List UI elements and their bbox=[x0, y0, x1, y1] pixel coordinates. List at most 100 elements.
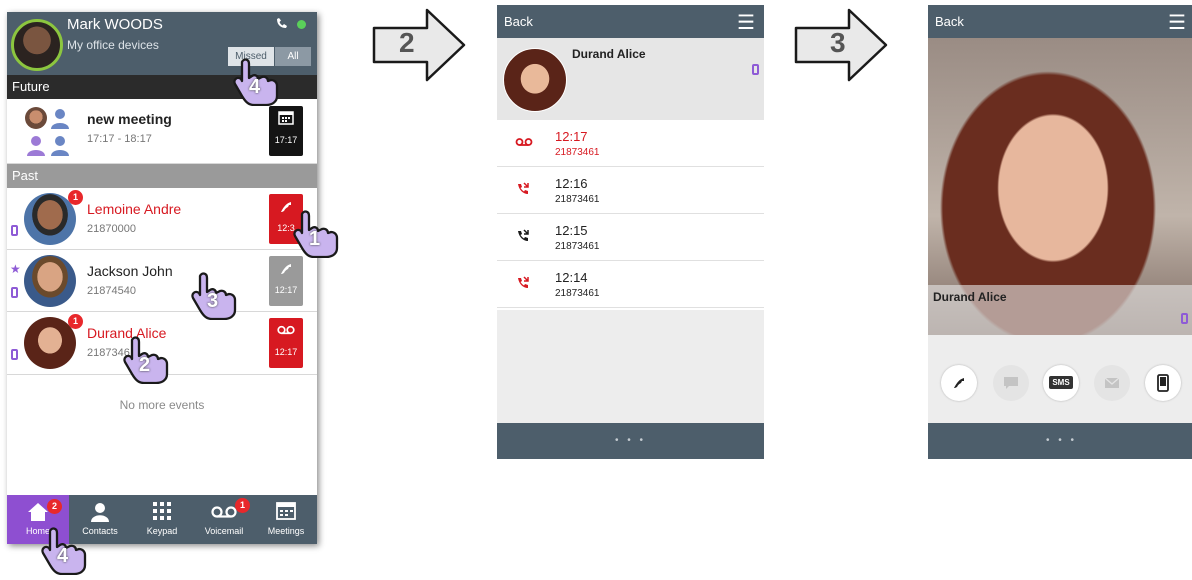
contact-header: Durand Alice bbox=[497, 38, 764, 120]
favorite-star-icon: ★ bbox=[10, 262, 21, 276]
tap-hand-icon: 3 bbox=[190, 272, 237, 321]
incoming-call-icon bbox=[515, 228, 537, 247]
person-icon bbox=[25, 134, 47, 156]
step-marker: 4 bbox=[57, 545, 69, 567]
section-past: Past bbox=[7, 164, 317, 188]
event-number: 21874540 bbox=[87, 285, 136, 297]
call-number: 21873461 bbox=[555, 194, 600, 205]
user-device-status[interactable]: My office devices bbox=[67, 38, 159, 52]
meeting-tile-time: 17:17 bbox=[274, 135, 298, 145]
voicemail-icon bbox=[269, 323, 303, 345]
step-marker: 3 bbox=[207, 290, 219, 312]
event-row[interactable]: 1 Lemoine Andre 21870000 12:3 bbox=[7, 188, 317, 250]
call-number: 21873461 bbox=[555, 241, 600, 252]
mobile-icon bbox=[11, 349, 18, 360]
phone-status-icon bbox=[275, 17, 289, 33]
mobile-action-button[interactable] bbox=[1145, 365, 1181, 401]
event-name: Lemoine Andre bbox=[87, 201, 182, 217]
voicemail-tile[interactable]: 12:17 bbox=[269, 318, 303, 368]
step-marker: 2 bbox=[139, 354, 151, 376]
contact-card-screen: Back ☰ Durand Alice SMS • • • bbox=[928, 5, 1192, 459]
call-history-row[interactable]: 12:15 21873461 bbox=[497, 214, 764, 261]
keypad-icon bbox=[131, 498, 193, 526]
person-icon bbox=[49, 107, 71, 129]
back-button[interactable]: Back bbox=[504, 14, 533, 29]
nav-voicemail-label: Voicemail bbox=[204, 526, 244, 536]
missed-call-icon bbox=[515, 275, 537, 294]
call-time: 12:17 bbox=[555, 129, 588, 144]
page-indicator-dots[interactable]: • • • bbox=[928, 435, 1192, 446]
tap-hand-icon: 2 bbox=[122, 336, 169, 385]
page-indicator-dots[interactable]: • • • bbox=[497, 435, 764, 446]
call-action-button[interactable] bbox=[941, 365, 977, 401]
step-arrow-label: 2 bbox=[399, 27, 415, 58]
calendar-icon bbox=[269, 111, 303, 133]
unread-badge: 1 bbox=[68, 314, 83, 329]
menu-icon[interactable]: ☰ bbox=[737, 10, 755, 35]
user-name: Mark WOODS bbox=[67, 16, 163, 33]
meeting-row[interactable]: new meeting 17:17 - 18:17 17:17 bbox=[7, 99, 317, 164]
call-number: 21873461 bbox=[555, 147, 600, 158]
contact-avatar bbox=[24, 255, 76, 307]
meeting-tile[interactable]: 17:17 bbox=[269, 106, 303, 156]
contact-avatar bbox=[503, 48, 567, 112]
meeting-participant-avatar bbox=[25, 107, 47, 129]
tap-hand-icon: 4 bbox=[232, 58, 279, 107]
event-name: Jackson John bbox=[87, 263, 173, 279]
sms-action-button[interactable]: SMS bbox=[1043, 365, 1079, 401]
history-header: Back ☰ bbox=[497, 5, 764, 38]
call-history-row[interactable]: 12:16 21873461 bbox=[497, 167, 764, 214]
call-history-list: 12:17 21873461 12:16 21873461 12:15 2187… bbox=[497, 120, 764, 310]
menu-icon[interactable]: ☰ bbox=[1168, 10, 1186, 35]
page-indicator-bar: • • • bbox=[497, 423, 764, 459]
mobile-icon bbox=[752, 64, 759, 75]
event-row[interactable]: ★ Jackson John 21874540 12:17 bbox=[7, 250, 317, 312]
call-history-row[interactable]: 12:14 21873461 bbox=[497, 261, 764, 308]
call-time: 12:15 bbox=[555, 223, 588, 238]
meeting-time: 17:17 - 18:17 bbox=[87, 133, 152, 145]
sms-icon-label: SMS bbox=[1049, 376, 1073, 389]
nav-home-badge: 2 bbox=[47, 499, 62, 514]
chat-action-button[interactable] bbox=[993, 365, 1029, 401]
online-status-dot bbox=[297, 20, 306, 29]
call-history-row[interactable]: 12:17 21873461 bbox=[497, 120, 764, 167]
mobile-icon bbox=[11, 225, 18, 236]
voicemail-icon bbox=[515, 134, 537, 150]
contact-history-screen: Back ☰ Durand Alice 12:17 21873461 12:16… bbox=[497, 5, 764, 459]
back-button[interactable]: Back bbox=[935, 14, 964, 29]
step-arrow: 3 bbox=[794, 8, 889, 83]
tap-hand-icon: 4 bbox=[40, 527, 87, 576]
mobile-icon bbox=[1181, 313, 1188, 324]
user-avatar[interactable] bbox=[11, 19, 63, 71]
meeting-title: new meeting bbox=[87, 111, 172, 127]
tap-hand-icon: 1 bbox=[292, 210, 339, 259]
page-indicator-bar: • • • bbox=[928, 423, 1192, 459]
phone-icon bbox=[269, 261, 303, 283]
nav-meetings[interactable]: Meetings bbox=[255, 495, 317, 544]
step-arrow: 2 bbox=[372, 8, 467, 83]
step-arrow-label: 3 bbox=[830, 27, 846, 58]
call-tile-time: 12:17 bbox=[274, 285, 298, 295]
call-number: 21873461 bbox=[555, 288, 600, 299]
call-time: 12:14 bbox=[555, 270, 588, 285]
email-action-button[interactable] bbox=[1094, 365, 1130, 401]
contacts-icon bbox=[69, 498, 131, 526]
call-time: 12:16 bbox=[555, 176, 588, 191]
missed-call-icon bbox=[515, 181, 537, 200]
contact-name: Durand Alice bbox=[572, 47, 646, 61]
nav-keypad[interactable]: Keypad bbox=[131, 495, 193, 544]
event-number: 21870000 bbox=[87, 223, 136, 235]
card-header: Back ☰ bbox=[928, 5, 1192, 38]
step-marker: 4 bbox=[249, 76, 261, 98]
nav-meetings-label: Meetings bbox=[267, 526, 305, 536]
nav-voicemail[interactable]: Voicemail 1 bbox=[193, 495, 255, 544]
call-tile[interactable]: 12:17 bbox=[269, 256, 303, 306]
nav-keypad-label: Keypad bbox=[146, 526, 178, 536]
nav-voicemail-badge: 1 bbox=[235, 498, 250, 513]
mobile-icon bbox=[11, 287, 18, 298]
contact-name: Durand Alice bbox=[933, 290, 1007, 304]
calendar-icon bbox=[255, 498, 317, 526]
unread-badge: 1 bbox=[68, 190, 83, 205]
voicemail-tile-time: 12:17 bbox=[274, 347, 298, 357]
step-marker: 1 bbox=[309, 228, 321, 250]
